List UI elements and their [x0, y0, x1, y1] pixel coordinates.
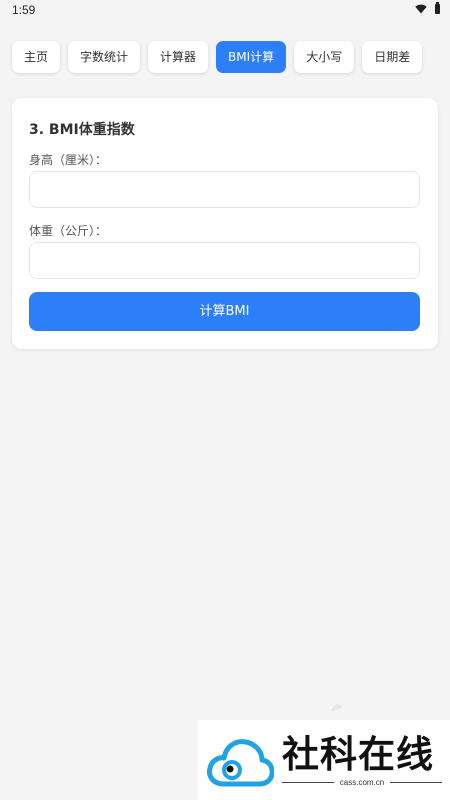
tab-home[interactable]: 主页 — [12, 41, 61, 73]
weight-input[interactable] — [29, 242, 420, 279]
tab-case-convert[interactable]: 大小写 — [294, 41, 355, 73]
weight-label: 体重（公斤）： — [29, 224, 108, 238]
watermark-faint-text: ☁ — [325, 696, 345, 716]
tab-word-count[interactable]: 字数统计 — [68, 41, 141, 73]
tab-bmi[interactable]: BMI计算 — [216, 41, 287, 73]
card-title: 3. BMI体重指数 — [29, 122, 135, 138]
watermark-domain-row: cass.com.cn — [282, 778, 442, 787]
tab-calculator[interactable]: 计算器 — [148, 41, 209, 73]
watermark-domain: cass.com.cn — [339, 778, 385, 787]
wifi-icon — [415, 4, 427, 14]
battery-icon — [435, 2, 440, 14]
watermark-brand: 社科在线 — [282, 732, 434, 776]
tab-date-diff[interactable]: 日期差 — [362, 41, 423, 73]
height-label: 身高（厘米）： — [29, 153, 108, 167]
bmi-card: 3. BMI体重指数 身高（厘米）： 体重（公斤）： 计算BMI — [12, 98, 438, 349]
divider — [282, 782, 334, 783]
status-time: 1:59 — [12, 3, 36, 17]
height-input[interactable] — [29, 171, 420, 208]
watermark: ☁ 社科在线 cass.com.cn — [198, 696, 450, 800]
status-bar: 1:59 — [0, 0, 450, 22]
calculate-bmi-button[interactable]: 计算BMI — [29, 292, 420, 331]
cloud-logo-icon — [207, 739, 274, 787]
status-icons — [415, 2, 440, 14]
divider — [390, 782, 442, 783]
tab-bar: 主页 字数统计 计算器 BMI计算 大小写 日期差 — [12, 41, 423, 73]
